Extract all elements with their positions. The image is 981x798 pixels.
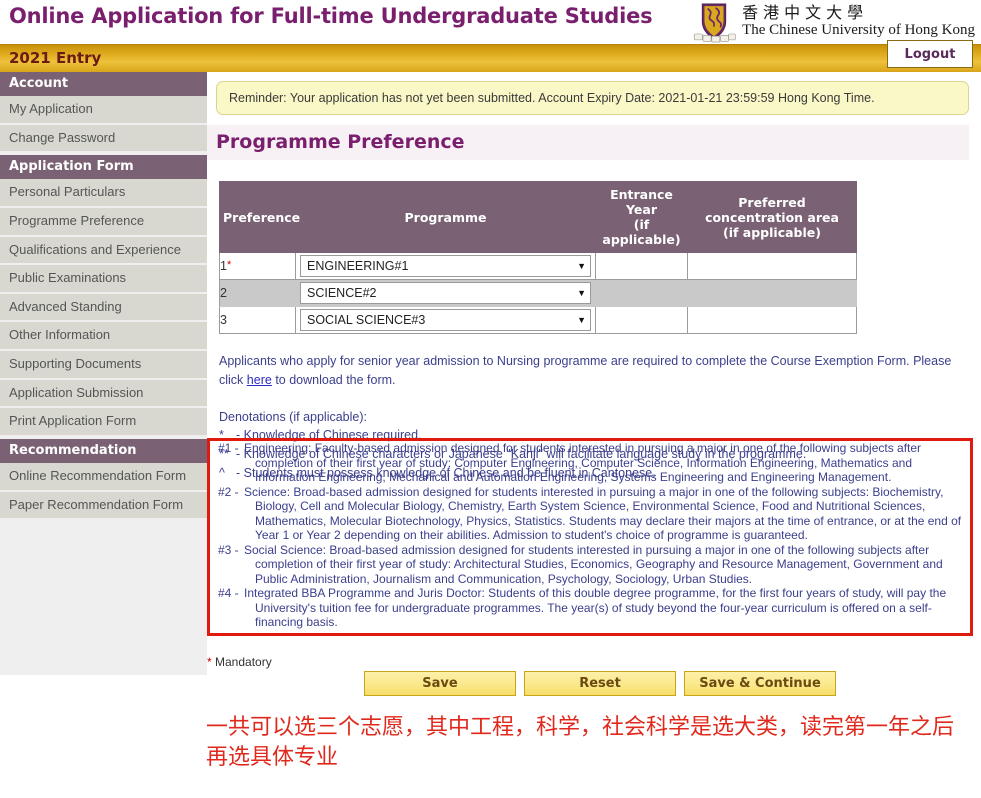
table-row: 1* ENGINEERING#1 ▼ — [219, 252, 857, 280]
sidebar-item-application-submission[interactable]: Application Submission — [0, 379, 207, 407]
chevron-down-icon: ▼ — [577, 288, 586, 298]
programme-note-key-1: #1 - — [218, 441, 239, 455]
programme-select-3-value: SOCIAL SCIENCE#3 — [307, 313, 426, 327]
save-and-continue-button[interactable]: Save & Continue — [684, 671, 836, 696]
table-header-row: Preference Programme Entrance Year (if a… — [219, 181, 857, 253]
nursing-note-text-after: to download the form. — [275, 372, 396, 387]
programme-select-1[interactable]: ENGINEERING#1 ▼ — [300, 255, 591, 277]
col-entrance-year: Entrance Year (if applicable) — [595, 181, 688, 253]
col-concentration-line2: (if applicable) — [723, 224, 821, 240]
preference-number-2: 2 — [219, 279, 296, 307]
programme-select-1-value: ENGINEERING#1 — [307, 259, 409, 273]
entrance-year-cell-1[interactable] — [595, 252, 688, 280]
programme-note-key-2: #2 - — [218, 484, 239, 499]
university-name-block: 香港中文大學 The Chinese University of Hong Ko… — [742, 1, 975, 39]
main-content: Reminder: Your application has not yet b… — [207, 72, 981, 483]
programme-note-key-4: #4 - — [218, 586, 239, 601]
section-title-bar: Programme Preference — [207, 125, 969, 160]
programme-note-row: #1 - Engineering: Faculty-based admissio… — [218, 441, 970, 485]
chevron-down-icon: ▼ — [577, 315, 586, 325]
page-title: Online Application for Full-time Undergr… — [9, 4, 653, 28]
col-programme: Programme — [295, 181, 596, 253]
mandatory-star-icon: * — [207, 655, 212, 669]
table-row: 2 SCIENCE#2 ▼ — [219, 279, 857, 307]
programme-note-text-2: Science: Broad-based admission designed … — [244, 484, 962, 543]
programme-note-row: #3 - Social Science: Broad-based admissi… — [218, 543, 970, 587]
programme-select-3[interactable]: SOCIAL SCIENCE#3 ▼ — [300, 309, 591, 331]
programme-note-row: #4 - Integrated BBA Programme and Juris … — [218, 586, 970, 630]
nursing-note: Applicants who apply for senior year adm… — [219, 352, 979, 390]
sidebar-section-account: Account My Application Change Password — [0, 72, 207, 152]
sidebar-item-supporting-documents[interactable]: Supporting Documents — [0, 351, 207, 378]
sidebar-section-application-form: Application Form Personal Particulars Pr… — [0, 155, 207, 435]
concentration-cell-2[interactable] — [687, 279, 857, 307]
entry-year-bar: 2021 Entry Logout — [0, 40, 981, 72]
app-header: Online Application for Full-time Undergr… — [0, 0, 981, 44]
sidebar-item-change-password[interactable]: Change Password — [0, 124, 207, 152]
sidebar-heading-account: Account — [0, 72, 207, 96]
course-exemption-form-link[interactable]: here — [247, 373, 272, 387]
col-preference: Preference — [219, 181, 300, 253]
sidebar-heading-application-form: Application Form — [0, 155, 207, 180]
sidebar-section-recommendation: Recommendation Online Recommendation For… — [0, 438, 207, 519]
programme-note-row: #2 - Science: Broad-based admission desi… — [218, 485, 970, 543]
programme-preference-table: Preference Programme Entrance Year (if a… — [219, 181, 857, 334]
programme-note-key-3: #3 - — [218, 542, 239, 557]
denotations-heading: Denotations (if applicable): — [219, 409, 367, 424]
university-name-english: The Chinese University of Hong Kong — [742, 21, 975, 38]
table-row: 3 SOCIAL SCIENCE#3 ▼ — [219, 306, 857, 334]
programme-notes-block: #1 - Engineering: Faculty-based admissio… — [218, 441, 970, 630]
concentration-cell-1[interactable] — [687, 252, 857, 280]
sidebar-item-my-application[interactable]: My Application — [0, 96, 207, 123]
chevron-down-icon: ▼ — [577, 261, 586, 271]
sidebar-nav: Account My Application Change Password A… — [0, 72, 207, 676]
sidebar-item-online-recommendation-form[interactable]: Online Recommendation Form — [0, 462, 207, 490]
logout-button[interactable]: Logout — [887, 40, 973, 68]
col-concentration-line1: Preferred concentration area — [705, 194, 839, 225]
preference-number-3: 3 — [219, 306, 296, 334]
programme-note-text-3: Social Science: Broad-based admission de… — [244, 542, 943, 586]
save-button[interactable]: Save — [364, 671, 516, 696]
chinese-handwritten-annotation: 一共可以选三个志愿，其中工程，科学，社会科学是选大类，读完第一年之后再选具体专业 — [206, 715, 955, 770]
col-entrance-year-line1: Entrance Year — [610, 187, 673, 217]
required-star-icon: * — [226, 259, 232, 271]
university-name-chinese: 香港中文大學 — [742, 3, 869, 22]
sidebar-item-qualifications-and-experience[interactable]: Qualifications and Experience — [0, 236, 207, 264]
entrance-year-cell-2[interactable] — [595, 279, 688, 307]
cuhk-crest-icon — [694, 3, 736, 43]
programme-select-2[interactable]: SCIENCE#2 ▼ — [300, 282, 591, 304]
col-entrance-year-line2: (if applicable) — [602, 217, 681, 247]
preference-number-1-value: 1 — [220, 259, 227, 273]
sidebar-item-other-information[interactable]: Other Information — [0, 322, 207, 349]
reminder-banner: Reminder: Your application has not yet b… — [216, 81, 969, 115]
sidebar-item-advanced-standing[interactable]: Advanced Standing — [0, 293, 207, 321]
mandatory-legend: * Mandatory — [207, 655, 272, 669]
sidebar-item-print-application-form[interactable]: Print Application Form — [0, 408, 207, 435]
sidebar-item-paper-recommendation-form[interactable]: Paper Recommendation Form — [0, 491, 207, 519]
sidebar-filler — [0, 520, 207, 676]
programme-note-text-1: Engineering: Faculty-based admission des… — [244, 441, 922, 485]
programme-note-text-4: Integrated BBA Programme and Juris Docto… — [244, 586, 947, 630]
programme-cell-3: SOCIAL SCIENCE#3 ▼ — [295, 306, 596, 334]
sidebar-item-personal-particulars[interactable]: Personal Particulars — [0, 179, 207, 206]
sidebar-item-public-examinations[interactable]: Public Examinations — [0, 265, 207, 292]
preference-number-1: 1* — [219, 252, 296, 280]
sidebar-heading-recommendation: Recommendation — [0, 438, 207, 463]
concentration-cell-3[interactable] — [687, 306, 857, 334]
entrance-year-cell-3[interactable] — [595, 306, 688, 334]
sidebar-item-programme-preference[interactable]: Programme Preference — [0, 207, 207, 235]
programme-cell-1: ENGINEERING#1 ▼ — [295, 252, 596, 280]
col-concentration: Preferred concentration area (if applica… — [687, 181, 857, 253]
programme-cell-2: SCIENCE#2 ▼ — [295, 279, 596, 307]
programme-select-2-value: SCIENCE#2 — [307, 286, 377, 300]
form-action-buttons: Save Reset Save & Continue — [364, 671, 836, 696]
reset-button[interactable]: Reset — [524, 671, 676, 696]
entry-year-label: 2021 Entry — [9, 49, 102, 67]
mandatory-legend-label: Mandatory — [215, 655, 272, 669]
section-title: Programme Preference — [216, 131, 465, 153]
university-logo: 香港中文大學 The Chinese University of Hong Ko… — [692, 1, 975, 45]
